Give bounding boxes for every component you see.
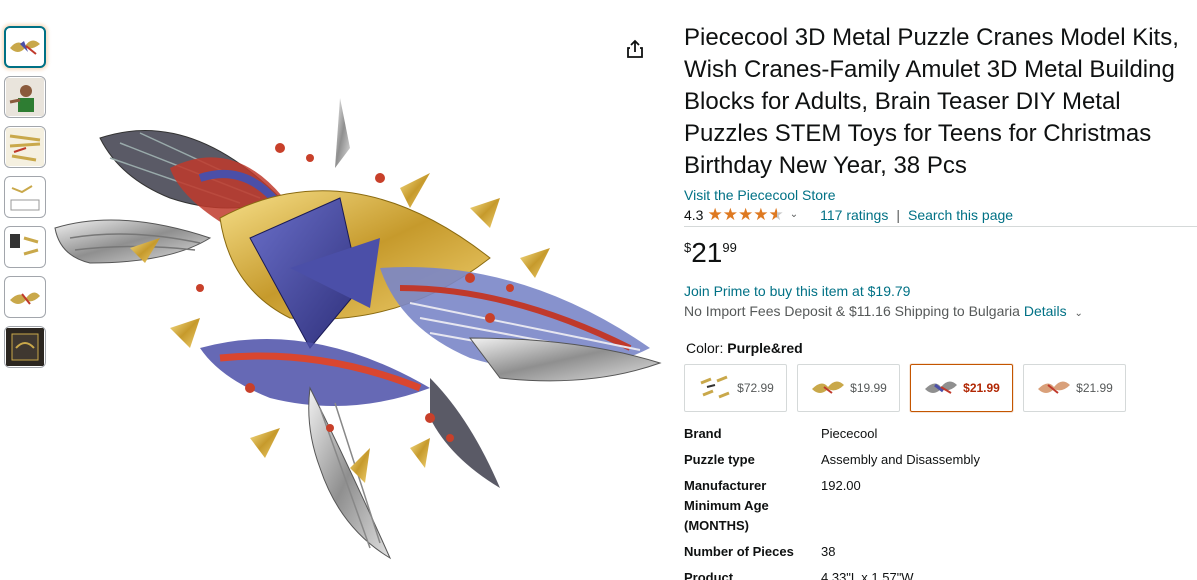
spec-value: 38 <box>821 544 836 559</box>
price-whole: 21 <box>691 237 723 268</box>
thumbnail-person[interactable] <box>4 76 46 118</box>
spec-value: Assembly and Disassembly <box>821 452 980 467</box>
prime-offer-link[interactable]: Join Prime to buy this item at $19.79 <box>684 281 1197 301</box>
color-value: Purple&red <box>727 340 803 356</box>
swatch-option-3-selected[interactable]: $21.99 <box>910 364 1013 412</box>
star-icon: ★ <box>707 205 723 224</box>
spec-row: Manufacturer Minimum Age (MONTHS) 192.00 <box>684 476 1197 536</box>
thumbnail-strip <box>4 26 46 376</box>
price-symbol: $ <box>684 240 692 255</box>
spec-value: 192.00 <box>821 478 861 493</box>
spec-value: 4.33"L x 1.57"W <box>821 570 914 580</box>
share-icon[interactable] <box>624 38 646 60</box>
spec-key: Number of Pieces <box>684 544 794 559</box>
thumbnail-crane-2[interactable] <box>4 276 46 318</box>
product-details: Piececool 3D Metal Puzzle Cranes Model K… <box>684 22 1197 580</box>
swatch-price: $21.99 <box>1076 381 1113 395</box>
thumbnail-diagram[interactable] <box>4 176 46 218</box>
chevron-down-icon[interactable]: ⌄ <box>1075 308 1083 319</box>
swatch-option-2[interactable]: $19.99 <box>797 364 900 412</box>
import-fees-text: No Import Fees Deposit & $11.16 Shipping… <box>684 303 1020 319</box>
ratings-link[interactable]: 117 ratings <box>820 205 888 225</box>
spec-row: Brand Piececool <box>684 424 1197 444</box>
half-star-icon: ★ <box>768 205 784 224</box>
spec-row: Product 4.33"L x 1.57"W <box>684 568 1197 580</box>
swatch-option-4[interactable]: $21.99 <box>1023 364 1126 412</box>
star-icon: ★ <box>753 205 769 224</box>
color-swatches: $72.99 $19.99 $21.99 $21.99 <box>684 364 1197 412</box>
spec-key: Puzzle type <box>684 452 755 467</box>
import-fees: No Import Fees Deposit & $11.16 Shipping… <box>684 301 1197 324</box>
separator: | <box>896 207 900 223</box>
swatch-price: $21.99 <box>963 381 1000 395</box>
spec-key: Brand <box>684 426 722 441</box>
spec-value: Piececool <box>821 426 878 441</box>
star-icon: ★ <box>722 205 738 224</box>
rating-value: 4.3 <box>684 207 704 223</box>
thumbnail-box[interactable] <box>4 326 46 368</box>
price-fraction: 99 <box>722 240 737 255</box>
thumbnail-parts-2[interactable] <box>4 226 46 268</box>
spec-key: Product <box>684 570 734 580</box>
chevron-down-icon[interactable]: ⌄ <box>790 205 798 225</box>
thumbnail-crane-1[interactable] <box>4 26 46 68</box>
color-label: Color: <box>686 340 724 356</box>
store-link[interactable]: Visit the Piececool Store <box>684 185 836 205</box>
spec-row: Puzzle type Assembly and Disassembly <box>684 450 1197 470</box>
product-specs: Brand Piececool Puzzle type Assembly and… <box>684 424 1197 580</box>
spec-key: Manufacturer Minimum Age (MONTHS) <box>684 478 769 533</box>
divider <box>684 226 1197 227</box>
rating-row: 4.3 ★ ★ ★ ★ ★ ⌄ 117 ratings | Search thi… <box>684 205 1197 225</box>
swatch-price: $19.99 <box>850 381 887 395</box>
product-title: Piececool 3D Metal Puzzle Cranes Model K… <box>684 24 1179 179</box>
star-rating-icon[interactable]: ★ ★ ★ ★ ★ <box>707 206 783 224</box>
spec-row: Number of Pieces 38 <box>684 542 1197 562</box>
color-selection: Color: Purple&red <box>686 338 1197 358</box>
main-product-image[interactable] <box>50 88 665 568</box>
swatch-option-1[interactable]: $72.99 <box>684 364 787 412</box>
price: $ 21 99 <box>684 237 1197 269</box>
swatch-price: $72.99 <box>737 381 774 395</box>
details-link[interactable]: Details <box>1024 303 1067 319</box>
star-icon: ★ <box>737 205 754 224</box>
search-page-link[interactable]: Search this page <box>908 205 1013 225</box>
thumbnail-parts-1[interactable] <box>4 126 46 168</box>
